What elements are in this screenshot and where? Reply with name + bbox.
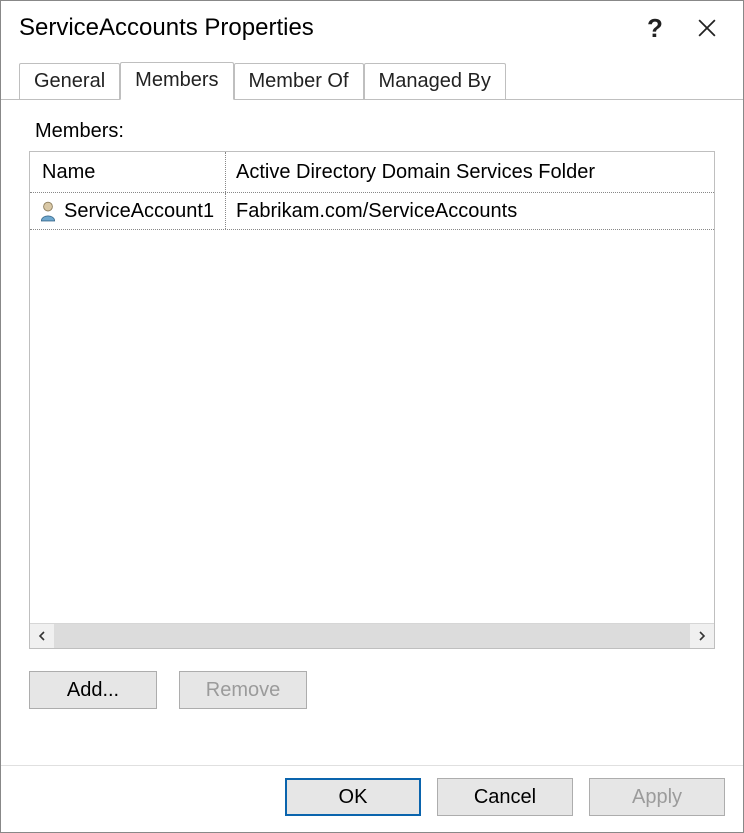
tab-strip: General Members Member Of Managed By bbox=[1, 55, 743, 100]
tab-managed-by[interactable]: Managed By bbox=[364, 63, 506, 100]
horizontal-scrollbar[interactable] bbox=[30, 623, 714, 648]
column-header-folder[interactable]: Active Directory Domain Services Folder bbox=[226, 152, 714, 192]
scroll-right-button[interactable] bbox=[690, 624, 714, 648]
apply-button[interactable]: Apply bbox=[589, 778, 725, 816]
list-item[interactable]: ServiceAccount1 Fabrikam.com/ServiceAcco… bbox=[30, 193, 714, 230]
chevron-left-icon bbox=[37, 628, 47, 644]
ok-button[interactable]: OK bbox=[285, 778, 421, 816]
titlebar: ServiceAccounts Properties ? bbox=[1, 1, 743, 55]
add-button[interactable]: Add... bbox=[29, 671, 157, 709]
list-item-name: ServiceAccount1 bbox=[60, 193, 226, 229]
scroll-left-button[interactable] bbox=[30, 624, 54, 648]
column-header-name[interactable]: Name bbox=[30, 152, 226, 192]
tab-content-members: Members: Name Active Directory Domain Se… bbox=[1, 100, 743, 765]
properties-dialog: ServiceAccounts Properties ? General Mem… bbox=[0, 0, 744, 833]
members-label: Members: bbox=[35, 120, 715, 143]
chevron-right-icon bbox=[697, 628, 707, 644]
tab-members[interactable]: Members bbox=[120, 62, 233, 100]
list-button-row: Add... Remove bbox=[29, 671, 715, 709]
user-icon bbox=[30, 200, 60, 222]
members-list[interactable]: Name Active Directory Domain Services Fo… bbox=[29, 151, 715, 649]
tab-member-of[interactable]: Member Of bbox=[234, 63, 364, 100]
help-button[interactable]: ? bbox=[629, 4, 681, 52]
dialog-footer: OK Cancel Apply bbox=[1, 765, 743, 832]
list-item-folder: Fabrikam.com/ServiceAccounts bbox=[226, 193, 714, 229]
members-list-header: Name Active Directory Domain Services Fo… bbox=[30, 152, 714, 193]
window-title: ServiceAccounts Properties bbox=[19, 14, 629, 42]
close-icon bbox=[698, 13, 716, 44]
members-list-body: ServiceAccount1 Fabrikam.com/ServiceAcco… bbox=[30, 193, 714, 623]
cancel-button[interactable]: Cancel bbox=[437, 778, 573, 816]
scrollbar-track[interactable] bbox=[54, 624, 690, 648]
tab-general[interactable]: General bbox=[19, 63, 120, 100]
close-button[interactable] bbox=[681, 4, 733, 52]
remove-button[interactable]: Remove bbox=[179, 671, 307, 709]
